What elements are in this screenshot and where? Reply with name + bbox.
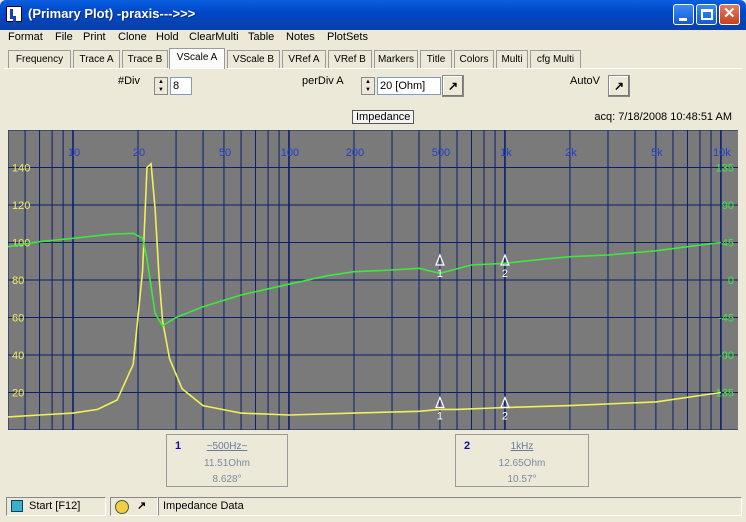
menu-clearmulti[interactable]: ClearMulti bbox=[189, 31, 239, 43]
marker-readouts: 1 ~500Hz~ 11.51Ohm 8.628° 2 1kHz 12.65Oh… bbox=[8, 430, 738, 490]
tab-title[interactable]: Title bbox=[420, 50, 452, 69]
marker-frequency[interactable]: ~500Hz~ bbox=[167, 441, 287, 452]
y-right-tick-label: -45 bbox=[718, 313, 734, 325]
y-right-tick-label: 90 bbox=[722, 200, 734, 212]
menu-bar: Format File Print Clone Hold ClearMulti … bbox=[0, 30, 746, 46]
minimize-button[interactable] bbox=[673, 4, 694, 25]
plot-title-box: Impedance bbox=[352, 110, 415, 124]
tab-markers[interactable]: Markers bbox=[374, 50, 418, 69]
marker-magnitude: 11.51Ohm bbox=[204, 458, 250, 469]
title-bar[interactable]: (Primary Plot) -praxis--->>> ✕ bbox=[0, 0, 746, 30]
autov-button[interactable]: ↗ bbox=[608, 75, 630, 97]
marker-card-2[interactable]: 2 1kHz 12.65Ohm 10.57° bbox=[455, 434, 589, 487]
menu-hold[interactable]: Hold bbox=[156, 31, 179, 43]
close-button[interactable]: ✕ bbox=[719, 4, 740, 25]
menu-table[interactable]: Table bbox=[248, 31, 274, 43]
acquisition-time: acq: 7/18/2008 10:48:51 AM bbox=[594, 111, 732, 123]
tab-frequency[interactable]: Frequency bbox=[8, 50, 71, 69]
menu-notes[interactable]: Notes bbox=[286, 31, 315, 43]
y-right-tick-label: 135 bbox=[716, 163, 734, 175]
div-label: #Div bbox=[118, 75, 141, 87]
vscale-panel: #Div ▲ ▼ 8 perDiv A ▲ ▼ 20 [Ohm] ↗ AutoV ↗ bbox=[4, 68, 742, 104]
tab-colors[interactable]: Colors bbox=[454, 50, 494, 69]
x-tick-label: 50 bbox=[219, 147, 231, 159]
y-left-tick-label: 140 bbox=[12, 163, 30, 175]
marker-1-mag-label: 1 bbox=[437, 411, 443, 423]
tab-vscale-a[interactable]: VScale A bbox=[169, 48, 225, 69]
x-tick-label: 100 bbox=[281, 147, 299, 159]
menu-clone[interactable]: Clone bbox=[118, 31, 147, 43]
x-tick-label: 200 bbox=[346, 147, 364, 159]
x-tick-label: 10 bbox=[68, 147, 80, 159]
marker-1-phase-label: 1 bbox=[437, 268, 443, 280]
div-spinner[interactable]: ▲ ▼ bbox=[154, 77, 168, 95]
start-label: Start [F12] bbox=[29, 500, 81, 512]
menu-print[interactable]: Print bbox=[83, 31, 106, 43]
y-left-tick-label: 60 bbox=[12, 313, 24, 325]
div-field[interactable]: 8 bbox=[170, 77, 192, 95]
arrow-icon: ↗ bbox=[613, 79, 625, 93]
menu-file[interactable]: File bbox=[55, 31, 73, 43]
status-text: Impedance Data bbox=[158, 497, 742, 516]
y-left-tick-label: 120 bbox=[12, 200, 30, 212]
y-left-tick-label: 80 bbox=[12, 275, 24, 287]
marker-card-1[interactable]: 1 ~500Hz~ 11.51Ohm 8.628° bbox=[166, 434, 288, 487]
x-tick-label: 1k bbox=[500, 147, 512, 159]
x-tick-label: 10k bbox=[713, 147, 731, 159]
impedance-plot[interactable]: 10 20 50 100 200 500 1k 2k 5k 10k 140 120 100 80 60 40 2… bbox=[7, 129, 738, 431]
menu-plotsets[interactable]: PlotSets bbox=[327, 31, 368, 43]
arrow-icon[interactable]: ↗ bbox=[137, 498, 146, 515]
start-button[interactable]: Start [F12] bbox=[6, 497, 106, 516]
y-right-tick-label: 45 bbox=[722, 238, 734, 250]
perdiv-label: perDiv A bbox=[302, 75, 344, 87]
clock-icon[interactable] bbox=[115, 500, 129, 514]
marker-phase: 10.57° bbox=[507, 474, 537, 485]
perdiv-spinner[interactable]: ▲ ▼ bbox=[361, 77, 375, 95]
y-left-tick-label: 20 bbox=[12, 388, 24, 400]
perdiv-apply-button[interactable]: ↗ bbox=[442, 75, 464, 97]
autov-label: AutoV bbox=[570, 75, 600, 87]
arrow-icon: ↗ bbox=[447, 79, 459, 93]
x-tick-label: 500 bbox=[432, 147, 450, 159]
maximize-button[interactable] bbox=[696, 4, 717, 25]
status-bar: Start [F12] ↗ Impedance Data bbox=[4, 495, 742, 517]
app-icon bbox=[6, 6, 22, 22]
marker-2-mag-label: 2 bbox=[502, 411, 508, 423]
marker-2-phase-label: 2 bbox=[502, 268, 508, 280]
tab-cfg-multi[interactable]: cfg Multi bbox=[530, 50, 581, 69]
x-tick-label: 5k bbox=[651, 147, 663, 159]
x-tick-label: 2k bbox=[565, 147, 577, 159]
tab-vref-b[interactable]: VRef B bbox=[328, 50, 372, 69]
tab-vscale-b[interactable]: VScale B bbox=[227, 50, 280, 69]
plot-svg: 10 20 50 100 200 500 1k 2k 5k 10k1401201008060402… bbox=[7, 129, 738, 431]
tab-trace-b[interactable]: Trace B bbox=[122, 50, 168, 69]
plot-header: Impedance acq: 7/18/2008 10:48:51 AM bbox=[8, 106, 738, 128]
y-right-tick-label: -90 bbox=[718, 350, 734, 362]
tab-trace-a[interactable]: Trace A bbox=[73, 50, 120, 69]
tab-multi[interactable]: Multi bbox=[496, 50, 528, 69]
tab-strip: Frequency Trace A Trace B VScale A VScal… bbox=[4, 48, 742, 69]
window-title: (Primary Plot) -praxis--->>> bbox=[28, 6, 196, 21]
perdiv-field[interactable]: 20 [Ohm] bbox=[377, 77, 441, 95]
start-icon bbox=[11, 500, 23, 512]
x-tick-label: 20 bbox=[133, 147, 145, 159]
menu-format[interactable]: Format bbox=[8, 31, 43, 43]
tab-vref-a[interactable]: VRef A bbox=[282, 50, 326, 69]
y-right-tick-label: 0 bbox=[728, 275, 734, 287]
marker-frequency[interactable]: 1kHz bbox=[456, 441, 588, 452]
marker-magnitude: 12.65Ohm bbox=[498, 458, 546, 469]
marker-phase: 8.628° bbox=[212, 474, 242, 485]
y-left-tick-label: 40 bbox=[12, 350, 24, 362]
status-icons: ↗ bbox=[110, 497, 158, 516]
